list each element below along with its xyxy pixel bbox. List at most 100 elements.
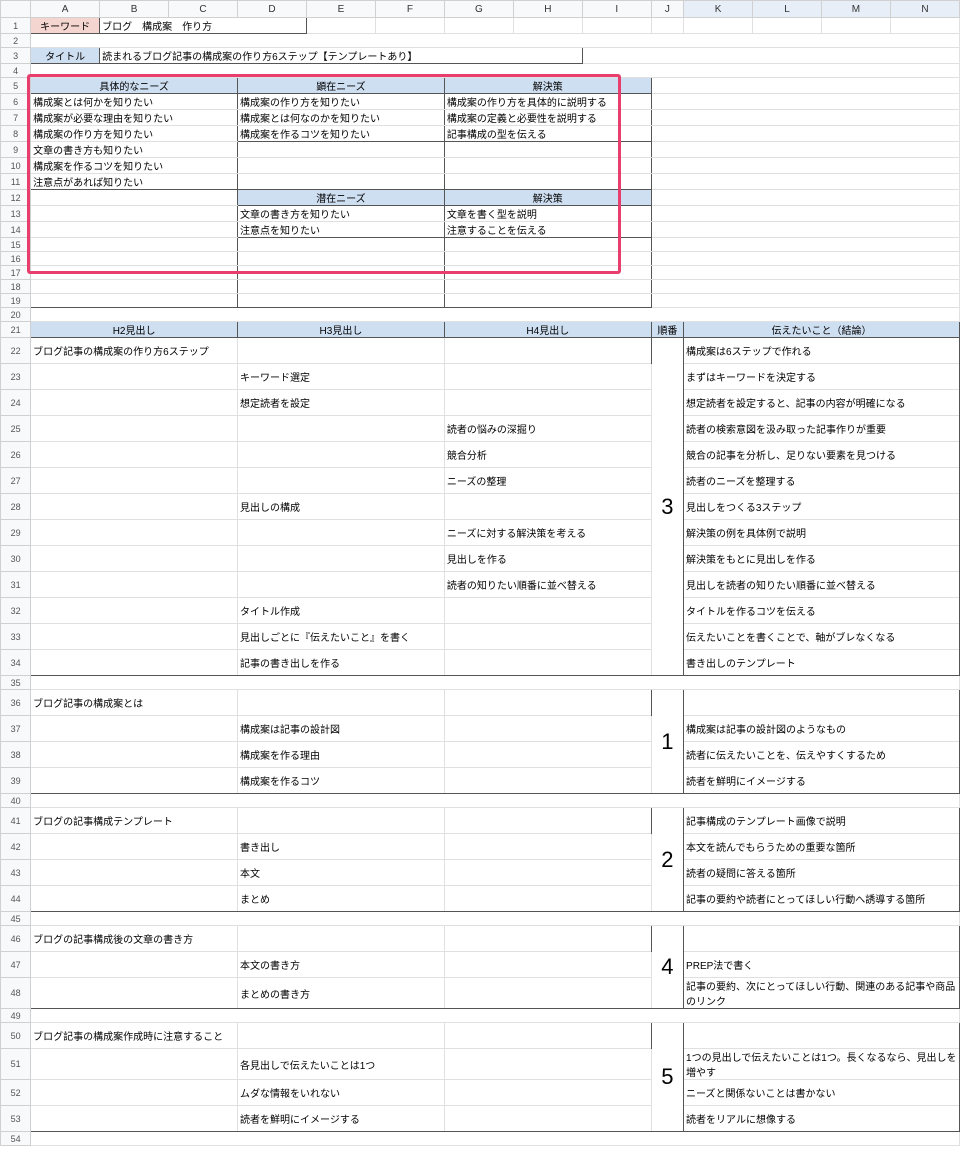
outline-h2-cell[interactable] [31, 1080, 238, 1106]
outline-h3-cell[interactable] [238, 572, 445, 598]
keyword-label[interactable]: キーワード [31, 18, 100, 34]
col-header-selected[interactable]: N [890, 1, 959, 18]
row-header[interactable]: 26 [1, 442, 31, 468]
outline-msg-cell[interactable]: ニーズと関係ないことは書かない [684, 1080, 960, 1106]
outline-h2-cell[interactable] [31, 650, 238, 676]
need-cell[interactable]: 構成案が必要な理由を知りたい [31, 110, 238, 126]
outline-h3-cell[interactable]: 記事の書き出しを作る [238, 650, 445, 676]
outline-h2-cell[interactable] [31, 468, 238, 494]
outline-h4-cell[interactable] [444, 808, 651, 834]
cell[interactable] [651, 94, 959, 110]
cell[interactable] [651, 78, 959, 94]
outline-h3-cell[interactable] [238, 690, 445, 716]
outline-h4-cell[interactable] [444, 650, 651, 676]
row-header[interactable]: 16 [1, 252, 31, 266]
outline-msg-cell[interactable]: PREP法で書く [684, 952, 960, 978]
row-header[interactable]: 18 [1, 280, 31, 294]
outline-msg-cell[interactable]: 読者のニーズを整理する [684, 468, 960, 494]
cell[interactable] [31, 1132, 960, 1146]
row-header[interactable]: 9 [1, 142, 31, 158]
outline-msg-cell[interactable]: 読者をリアルに想像する [684, 1106, 960, 1132]
cell[interactable] [651, 294, 959, 308]
outline-h3-cell[interactable] [238, 468, 445, 494]
outline-h2-cell[interactable] [31, 952, 238, 978]
row-header[interactable]: 27 [1, 468, 31, 494]
cell[interactable] [513, 18, 582, 34]
title-value[interactable]: 読まれるブログ記事の構成案の作り方6ステップ【テンプレートあり】 [100, 48, 583, 64]
outline-h4-cell[interactable]: ニーズに対する解決策を考える [444, 520, 651, 546]
col-header[interactable]: F [375, 1, 444, 18]
outline-h2-cell[interactable]: ブログ記事の構成案作成時に注意すること [31, 1023, 238, 1049]
row-header[interactable]: 3 [1, 48, 31, 64]
cell[interactable] [444, 266, 651, 280]
outline-h4-cell[interactable] [444, 860, 651, 886]
cell[interactable] [31, 294, 238, 308]
outline-h3-cell[interactable] [238, 926, 445, 952]
cell[interactable] [31, 1009, 960, 1023]
outline-h4-cell[interactable] [444, 390, 651, 416]
col-header[interactable]: D [238, 1, 307, 18]
outline-msg-cell[interactable]: 伝えたいことを書くことで、軸がブレなくなる [684, 624, 960, 650]
outline-msg-cell[interactable]: 読者に伝えたいことを、伝えやすくするため [684, 742, 960, 768]
row-header[interactable]: 13 [1, 206, 31, 222]
row-header[interactable]: 19 [1, 294, 31, 308]
outline-h4-cell[interactable] [444, 1106, 651, 1132]
outline-h4-cell[interactable] [444, 768, 651, 794]
outline-h2-cell[interactable] [31, 494, 238, 520]
outline-msg-cell[interactable]: 見出しを読者の知りたい順番に並べ替える [684, 572, 960, 598]
cell[interactable] [444, 252, 651, 266]
col-header-selected[interactable]: K [684, 1, 753, 18]
outline-h4-header[interactable]: H4見出し [444, 322, 651, 338]
outline-h3-cell[interactable] [238, 1023, 445, 1049]
cell[interactable] [31, 676, 960, 690]
cell[interactable] [684, 18, 753, 34]
outline-msg-cell[interactable]: 構成案は記事の設計図のようなもの [684, 716, 960, 742]
outline-h2-cell[interactable]: ブログ記事の構成案とは [31, 690, 238, 716]
cell[interactable] [444, 238, 651, 252]
cell[interactable] [582, 18, 651, 34]
cell[interactable] [444, 158, 651, 174]
outline-msg-cell[interactable]: 読者を鮮明にイメージする [684, 768, 960, 794]
outline-h2-cell[interactable] [31, 1049, 238, 1080]
row-header[interactable]: 33 [1, 624, 31, 650]
row-header[interactable]: 28 [1, 494, 31, 520]
outline-order-cell[interactable]: 2 [651, 808, 683, 912]
row-header[interactable]: 24 [1, 390, 31, 416]
outline-h4-cell[interactable] [444, 1023, 651, 1049]
row-header[interactable]: 15 [1, 238, 31, 252]
outline-h3-cell[interactable]: 本文の書き方 [238, 952, 445, 978]
outline-h3-cell[interactable] [238, 808, 445, 834]
outline-h4-cell[interactable] [444, 364, 651, 390]
row-header[interactable]: 47 [1, 952, 31, 978]
cell[interactable] [31, 222, 238, 238]
outline-msg-cell[interactable]: 競合の記事を分析し、足りない要素を見つける [684, 442, 960, 468]
cell[interactable] [753, 18, 822, 34]
corner-cell[interactable] [1, 1, 31, 18]
cell[interactable] [582, 48, 959, 64]
cell[interactable] [444, 142, 651, 158]
outline-h4-cell[interactable] [444, 338, 651, 364]
outline-order-cell[interactable]: 3 [651, 338, 683, 676]
cell[interactable] [31, 280, 238, 294]
row-header[interactable]: 41 [1, 808, 31, 834]
cell[interactable] [31, 308, 960, 322]
row-header[interactable]: 52 [1, 1080, 31, 1106]
outline-h2-cell[interactable]: ブログ記事の構成案の作り方6ステップ [31, 338, 238, 364]
cell[interactable] [821, 18, 890, 34]
need-cell[interactable]: 注意点があれば知りたい [31, 174, 238, 190]
outline-h2-cell[interactable] [31, 1106, 238, 1132]
row-header[interactable]: 23 [1, 364, 31, 390]
row-header[interactable]: 35 [1, 676, 31, 690]
outline-h3-cell[interactable] [238, 520, 445, 546]
outline-msg-cell[interactable]: 書き出しのテンプレート [684, 650, 960, 676]
latent-cell[interactable]: 文章の書き方を知りたい [238, 206, 445, 222]
need-cell[interactable]: 構成案の定義と必要性を説明する [444, 110, 651, 126]
cell[interactable] [31, 266, 238, 280]
keyword-value[interactable]: ブログ 構成案 作り方 [100, 18, 307, 34]
row-header[interactable]: 43 [1, 860, 31, 886]
need-cell[interactable]: 記事構成の型を伝える [444, 126, 651, 142]
need-cell[interactable]: 構成案の作り方を具体的に説明する [444, 94, 651, 110]
row-header[interactable]: 53 [1, 1106, 31, 1132]
row-header[interactable]: 5 [1, 78, 31, 94]
outline-msg-cell[interactable]: 解決策の例を具体例で説明 [684, 520, 960, 546]
